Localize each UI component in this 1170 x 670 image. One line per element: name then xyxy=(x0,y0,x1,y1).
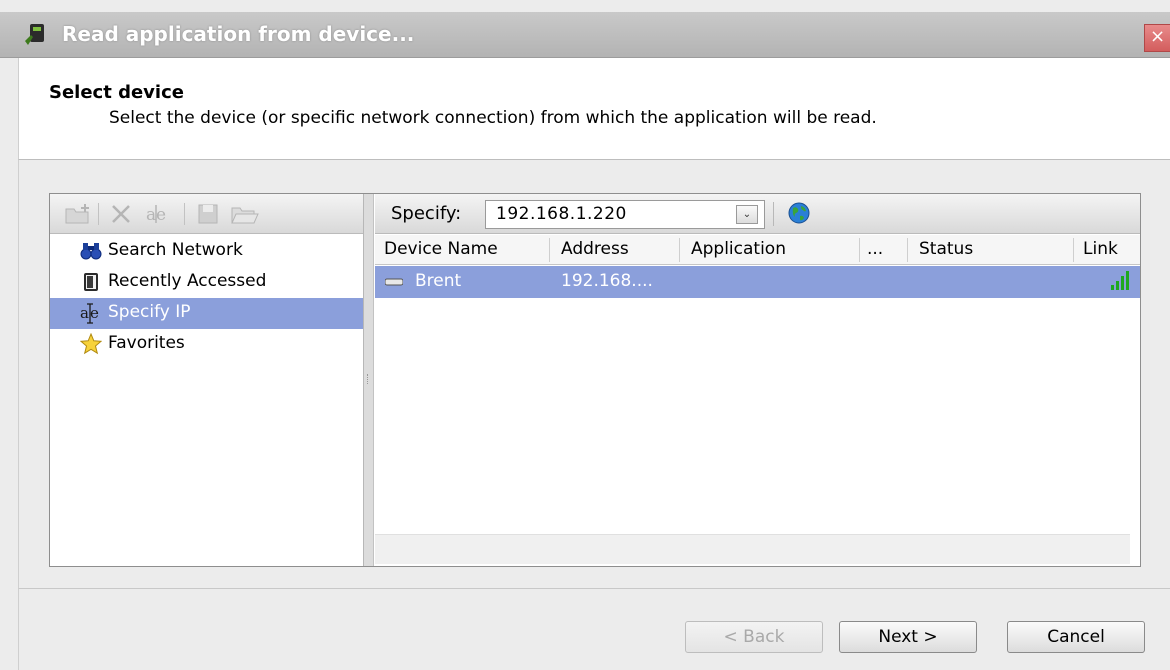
specify-ip-icon[interactable]: a e xyxy=(144,202,174,226)
column-header-device-name[interactable]: Device Name xyxy=(384,239,498,259)
toolbar-separator xyxy=(98,203,99,225)
column-separator[interactable] xyxy=(907,238,908,262)
left-pane: a e Search Network Recently Accessed a e… xyxy=(50,194,364,566)
device-icon xyxy=(385,278,403,286)
specify-ip-icon: a e xyxy=(80,303,99,324)
nav-item-label: Favorites xyxy=(108,333,185,353)
svg-text:a: a xyxy=(146,205,156,225)
open-folder-icon[interactable] xyxy=(230,202,260,226)
save-icon[interactable] xyxy=(196,202,220,226)
specify-ip-combo[interactable]: 192.168.1.220 ⌄ xyxy=(485,200,765,229)
globe-icon[interactable] xyxy=(787,201,811,225)
column-separator[interactable] xyxy=(549,238,550,262)
nav-item-label: Recently Accessed xyxy=(108,271,267,291)
window-title: Read application from device... xyxy=(62,22,415,46)
column-separator[interactable] xyxy=(859,238,860,262)
grid-empty-footer xyxy=(375,534,1130,564)
binoculars-icon xyxy=(80,243,102,260)
nav-item-favorites[interactable]: Favorites xyxy=(50,329,363,360)
table-row[interactable]: Brent 192.168.... xyxy=(375,266,1140,298)
content-area: a e Search Network Recently Accessed a e… xyxy=(18,160,1170,588)
specify-label: Specify: xyxy=(391,203,462,224)
pane-splitter[interactable] xyxy=(364,194,374,566)
signal-strong-icon xyxy=(1111,271,1129,290)
chevron-down-icon[interactable]: ⌄ xyxy=(736,205,758,224)
device-browser: a e Search Network Recently Accessed a e… xyxy=(49,193,1141,567)
column-header-link[interactable]: Link xyxy=(1083,239,1118,259)
specify-ip-value[interactable]: 192.168.1.220 xyxy=(496,204,627,224)
splitter-grip xyxy=(367,374,370,384)
right-pane: Specify: 192.168.1.220 ⌄ Device Name Add… xyxy=(375,194,1140,566)
svg-text:a: a xyxy=(80,304,89,322)
delete-icon[interactable] xyxy=(108,202,134,226)
recent-device-icon xyxy=(84,273,98,291)
column-header-application[interactable]: Application xyxy=(691,239,786,259)
cancel-button[interactable]: Cancel xyxy=(1007,621,1145,653)
page-title: Select device xyxy=(49,82,184,103)
nav-item-label: Specify IP xyxy=(108,302,191,322)
column-separator[interactable] xyxy=(679,238,680,262)
new-folder-icon[interactable] xyxy=(64,202,92,226)
close-button[interactable]: × xyxy=(1144,24,1170,52)
app-icon xyxy=(25,24,44,45)
column-header-status[interactable]: Status xyxy=(919,239,973,259)
nav-item-specify-ip[interactable]: a e Specify IP xyxy=(50,298,363,329)
svg-text:e: e xyxy=(156,205,166,225)
cell-device-name: Brent xyxy=(415,271,462,291)
toolbar-separator xyxy=(773,202,774,226)
star-icon xyxy=(80,333,102,355)
column-header-more[interactable]: ... xyxy=(867,239,883,259)
column-header-address[interactable]: Address xyxy=(561,239,629,259)
left-toolbar: a e xyxy=(50,194,363,234)
nav-item-label: Search Network xyxy=(108,240,243,260)
nav-item-recently-accessed[interactable]: Recently Accessed xyxy=(50,267,363,298)
specify-toolbar: Specify: 192.168.1.220 ⌄ xyxy=(375,194,1140,234)
dialog-window: Read application from device... × Select… xyxy=(0,0,1170,670)
nav-item-search-network[interactable]: Search Network xyxy=(50,236,363,267)
grid-header: Device Name Address Application ... Stat… xyxy=(375,235,1140,265)
back-button[interactable]: < Back xyxy=(685,621,823,653)
column-separator[interactable] xyxy=(1073,238,1074,262)
svg-text:e: e xyxy=(90,304,99,322)
wizard-header: Select device Select the device (or spec… xyxy=(18,58,1170,160)
toolbar-separator xyxy=(184,203,185,225)
page-description: Select the device (or specific network c… xyxy=(109,108,877,128)
next-button[interactable]: Next > xyxy=(839,621,977,653)
title-bar: Read application from device... × xyxy=(0,12,1170,58)
wizard-footer: < Back Next > Cancel xyxy=(18,588,1170,670)
cell-address: 192.168.... xyxy=(561,271,653,291)
